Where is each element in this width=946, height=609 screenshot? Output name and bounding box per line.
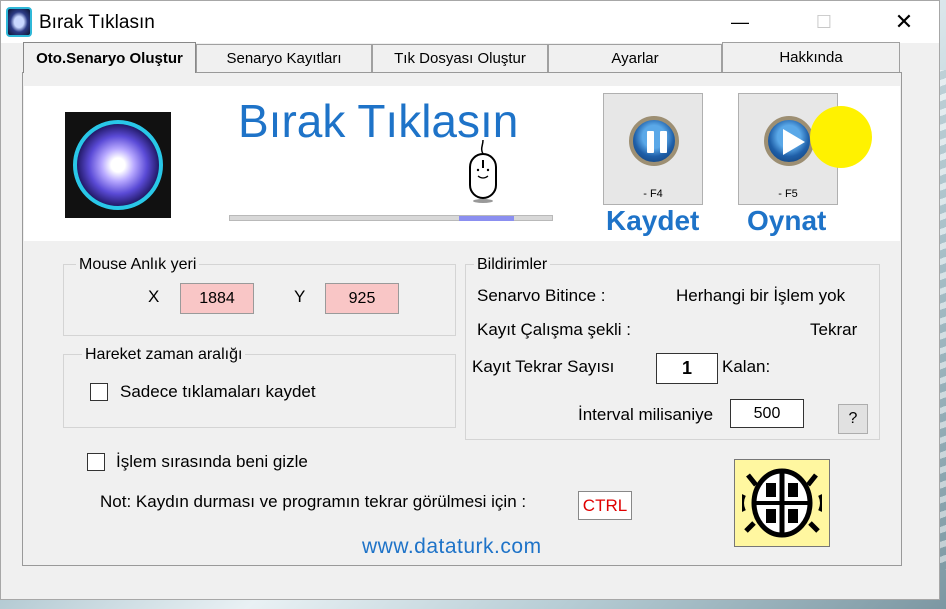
clicks-only-checkbox[interactable]	[90, 383, 108, 401]
note-text: Not: Kaydın durması ve programın tekrar …	[100, 492, 527, 511]
repeat-count-label: Kayıt Tekrar Sayısı	[472, 357, 615, 376]
tab-tik-dosyasi[interactable]: Tık Dosyası Oluştur	[372, 44, 548, 72]
hide-label[interactable]: İşlem sırasında beni gizle	[116, 452, 308, 472]
x-value: 1884	[180, 283, 254, 314]
scenario-end-value: Herhangi bir İşlem yok	[676, 286, 846, 305]
tab-ayarlar[interactable]: Ayarlar	[548, 44, 722, 72]
record-button[interactable]: - F4	[603, 93, 703, 205]
window-title: Bırak Tıklasın	[39, 12, 155, 33]
play-icon	[764, 116, 814, 166]
play-hotkey: - F5	[778, 188, 798, 200]
record-mode-label: Kayıt Çalışma şekli :	[477, 320, 631, 339]
tab-oto-senaryo[interactable]: Oto.Senaryo Oluştur	[23, 42, 196, 73]
emblem-logo	[734, 459, 830, 547]
mouse-icon	[469, 140, 497, 203]
remaining-label: Kalan:	[722, 357, 771, 376]
clicks-only-label[interactable]: Sadece tıklamaları kaydet	[120, 382, 316, 402]
website-link[interactable]: www.dataturk.com	[362, 535, 542, 559]
record-label[interactable]: Kaydet	[606, 205, 699, 237]
cursor-highlight	[810, 106, 872, 168]
app-mouse-icon	[6, 7, 32, 37]
interval-label: İnterval milisaniye	[578, 405, 714, 424]
play-label[interactable]: Oynat	[747, 205, 826, 237]
minimize-button[interactable]: —	[717, 1, 763, 43]
record-mode-value: Tekrar	[810, 320, 858, 339]
progress-fill	[459, 216, 515, 221]
maximize-button[interactable]: ☐	[801, 1, 847, 43]
y-value: 925	[325, 283, 399, 314]
turkish-emblem-icon	[742, 468, 822, 538]
tab-senaryo-kayitlari[interactable]: Senaryo Kayıtları	[196, 44, 372, 72]
scenario-end-label: Senarvo Bitince :	[477, 286, 606, 305]
record-hotkey: - F4	[643, 188, 663, 200]
close-button[interactable]: ✕	[881, 1, 927, 43]
app-logo	[65, 112, 171, 218]
interval-input[interactable]: 500	[730, 399, 804, 428]
notifications-title: Bildirimler	[474, 256, 551, 274]
tab-hakkinda[interactable]: Hakkında	[722, 42, 900, 72]
mouse-position-title: Mouse Anlık yeri	[76, 256, 200, 274]
title-bar: Bırak Tıklasın — ☐ ✕	[1, 1, 939, 43]
help-button[interactable]: ?	[838, 404, 868, 434]
glowing-mouse-icon	[73, 120, 163, 210]
hide-checkbox[interactable]	[87, 453, 105, 471]
ctrl-key-box: CTRL	[578, 491, 632, 520]
pause-icon	[629, 116, 679, 166]
y-label: Y	[294, 287, 306, 306]
x-label: X	[148, 287, 160, 306]
timing-title: Hareket zaman aralığı	[82, 346, 246, 364]
repeat-count-input[interactable]: 1	[656, 353, 718, 384]
